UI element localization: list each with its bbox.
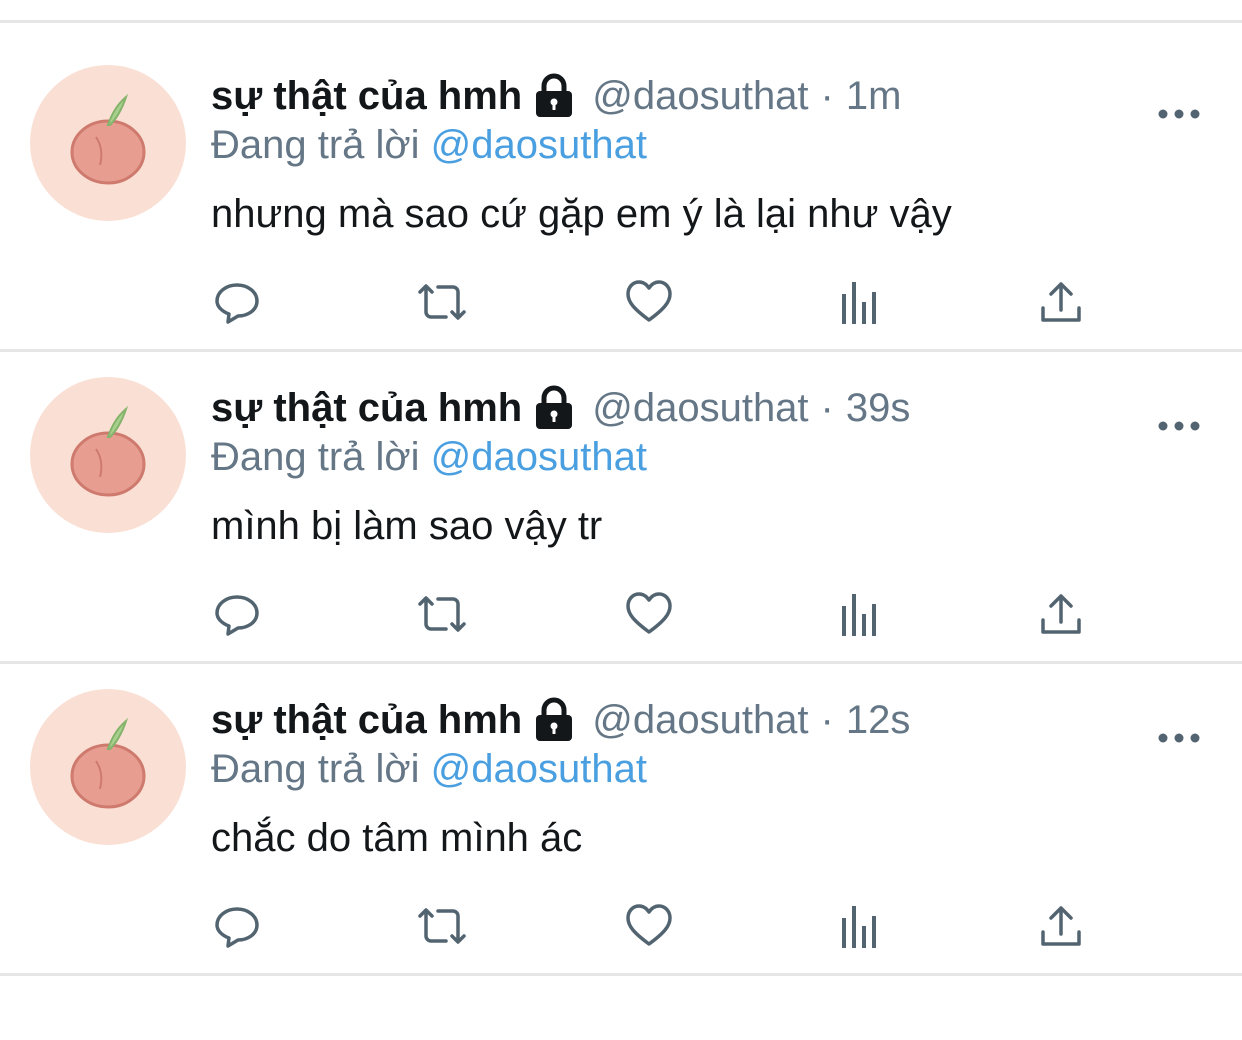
tweet-text: chắc do tâm mình ác <box>211 816 583 860</box>
tweet-actions <box>0 586 1242 642</box>
tweet-header: sự thật của hmh @daosuthat · 12s <box>211 696 910 744</box>
reply-icon <box>215 283 259 324</box>
reply-button[interactable] <box>209 586 265 642</box>
analytics-icon <box>842 282 876 324</box>
reply-button[interactable] <box>209 898 265 954</box>
share-button[interactable] <box>1033 274 1089 330</box>
display-name[interactable]: sự thật của hmh <box>211 72 522 120</box>
replying-to-label: Đang trả lời <box>211 747 420 791</box>
separator-dot: · <box>820 698 834 742</box>
more-options-icon[interactable] <box>1156 726 1202 750</box>
tweet-text: nhưng mà sao cứ gặp em ý là lại như vậy <box>211 192 952 236</box>
like-icon <box>626 904 672 946</box>
replying-to-handle[interactable]: @daosuthat <box>431 747 647 791</box>
like-icon <box>626 280 672 322</box>
reply-icon <box>215 595 259 636</box>
lock-icon <box>532 696 576 744</box>
analytics-button[interactable] <box>828 274 884 330</box>
display-name[interactable]: sự thật của hmh <box>211 696 522 744</box>
retweet-button[interactable] <box>414 898 470 954</box>
retweet-icon <box>418 284 466 320</box>
like-button[interactable] <box>621 586 677 642</box>
analytics-button[interactable] <box>828 898 884 954</box>
replying-to: Đang trả lời @daosuthat <box>211 433 647 481</box>
share-icon <box>1041 906 1081 946</box>
tweet-header: sự thật của hmh @daosuthat · 39s <box>211 384 910 432</box>
share-icon <box>1041 594 1081 634</box>
peach-avatar-icon <box>70 405 146 497</box>
share-button[interactable] <box>1033 586 1089 642</box>
replying-to: Đang trả lời @daosuthat <box>211 745 647 793</box>
tweet-3[interactable]: sự thật của hmh @daosuthat · 12s Đang tr… <box>0 646 1242 954</box>
tweet-2[interactable]: sự thật của hmh @daosuthat · 39s Đang tr… <box>0 334 1242 642</box>
analytics-icon <box>842 906 876 948</box>
tweet-1[interactable]: sự thật của hmh @daosuthat · 1m Đang trả… <box>0 22 1242 330</box>
reply-icon <box>215 907 259 948</box>
timestamp[interactable]: 39s <box>846 384 911 432</box>
handle[interactable]: @daosuthat <box>592 72 808 120</box>
retweet-button[interactable] <box>414 274 470 330</box>
tweet-actions <box>0 898 1242 954</box>
like-button[interactable] <box>621 274 677 330</box>
share-icon <box>1041 282 1081 322</box>
reply-button[interactable] <box>209 274 265 330</box>
replying-to-label: Đang trả lời <box>211 123 420 167</box>
tweet-divider <box>0 973 1242 976</box>
share-button[interactable] <box>1033 898 1089 954</box>
peach-avatar-icon <box>70 93 146 185</box>
replying-to: Đang trả lời @daosuthat <box>211 121 647 169</box>
replying-to-handle[interactable]: @daosuthat <box>431 123 647 167</box>
handle[interactable]: @daosuthat <box>592 384 808 432</box>
timestamp[interactable]: 1m <box>846 72 902 120</box>
handle[interactable]: @daosuthat <box>592 696 808 744</box>
tweet-text: mình bị làm sao vậy tr <box>211 504 603 548</box>
analytics-icon <box>842 594 876 636</box>
tweet-actions <box>0 274 1242 330</box>
tweet-header: sự thật của hmh @daosuthat · 1m <box>211 72 901 120</box>
lock-icon <box>532 72 576 120</box>
separator-dot: · <box>820 386 834 430</box>
separator-dot: · <box>820 74 834 118</box>
avatar[interactable] <box>30 65 186 221</box>
avatar[interactable] <box>30 689 186 845</box>
timestamp[interactable]: 12s <box>846 696 911 744</box>
peach-avatar-icon <box>70 717 146 809</box>
more-options-icon[interactable] <box>1156 102 1202 126</box>
analytics-button[interactable] <box>828 586 884 642</box>
replying-to-handle[interactable]: @daosuthat <box>431 435 647 479</box>
retweet-icon <box>418 596 466 632</box>
retweet-button[interactable] <box>414 586 470 642</box>
like-icon <box>626 592 672 634</box>
lock-icon <box>532 384 576 432</box>
like-button[interactable] <box>621 898 677 954</box>
avatar[interactable] <box>30 377 186 533</box>
replying-to-label: Đang trả lời <box>211 435 420 479</box>
more-options-icon[interactable] <box>1156 414 1202 438</box>
display-name[interactable]: sự thật của hmh <box>211 384 522 432</box>
retweet-icon <box>418 908 466 944</box>
